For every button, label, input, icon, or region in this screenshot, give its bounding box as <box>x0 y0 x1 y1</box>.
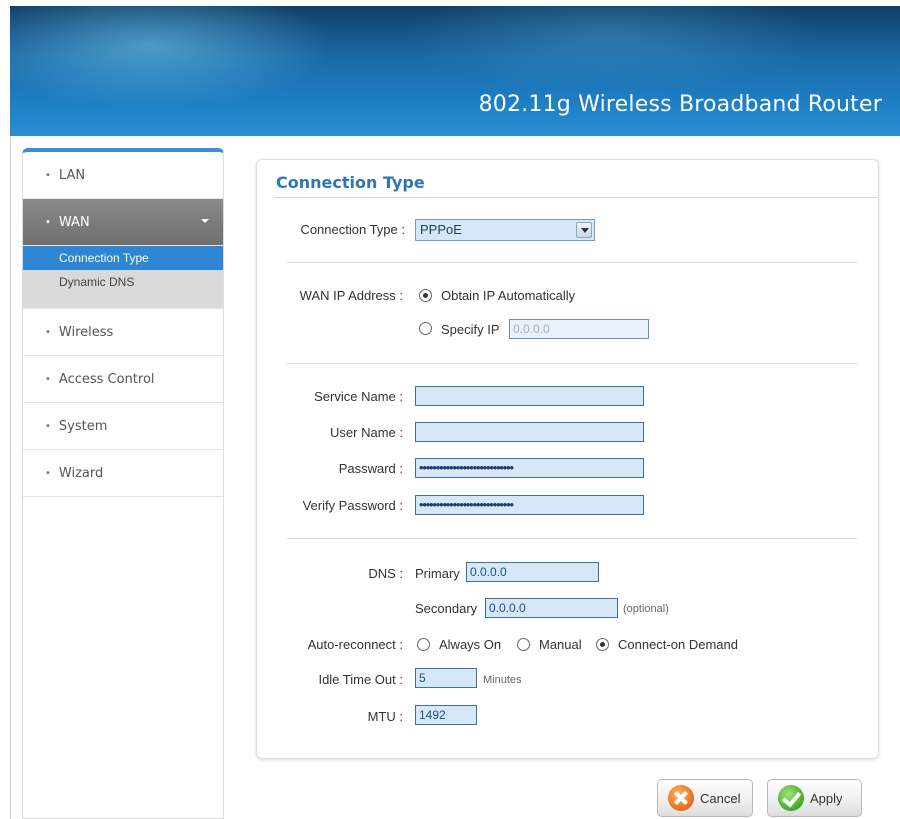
cancel-button-label: Cancel <box>700 790 741 806</box>
always-on-label: Always On <box>439 637 502 652</box>
sidebar-item-label: Wireless <box>58 324 114 340</box>
obtain-ip-radio[interactable] <box>419 289 432 302</box>
dns-optional-note: (optional) <box>623 603 669 615</box>
always-on-radio[interactable] <box>417 638 430 651</box>
checkmark-icon <box>778 785 804 811</box>
obtain-ip-label: Obtain IP Automatically <box>441 288 576 303</box>
connection-type-value: PPPoE <box>420 222 462 237</box>
apply-button-label: Apply <box>810 790 843 806</box>
sidebar-item-label: Wizard <box>58 465 104 481</box>
connect-on-demand-radio[interactable] <box>596 638 609 651</box>
panel-title: Connection Type <box>276 173 425 192</box>
subnav-connection-type[interactable]: Connection Type <box>23 246 223 270</box>
bullet-icon: • <box>45 216 51 228</box>
chevron-down-icon <box>576 222 592 238</box>
bullet-icon: • <box>45 326 51 338</box>
wan-ip-label: WAN IP Address : <box>299 288 403 303</box>
dns-label: DNS : <box>368 566 403 581</box>
left-divider <box>10 136 11 819</box>
mtu-input[interactable]: 1492 <box>415 705 477 725</box>
bullet-icon: • <box>45 467 51 479</box>
mtu-label: MTU : <box>367 709 403 724</box>
verify-password-label: Verify Password : <box>302 498 403 513</box>
dns-primary-input[interactable]: 0.0.0.0 <box>466 562 599 582</box>
section-divider <box>287 262 857 263</box>
sidebar-nav: • LAN • WAN Connection Type Dynamic DNS … <box>22 148 224 819</box>
connection-type-label: Connection Type : <box>300 222 405 237</box>
router-title: 802.11g Wireless Broadband Router <box>478 92 882 117</box>
cancel-button[interactable]: Cancel <box>657 779 753 817</box>
sidebar-item-lan[interactable]: • LAN <box>23 152 223 199</box>
sidebar-item-label: LAN <box>58 167 86 183</box>
connection-type-panel: Connection Type Connection Type : PPPoE … <box>256 159 879 759</box>
sidebar-item-label: WAN <box>58 214 90 230</box>
sidebar-item-system[interactable]: • System <box>23 403 223 450</box>
cancel-x-icon <box>668 785 694 811</box>
sidebar-item-wan[interactable]: • WAN <box>23 199 223 246</box>
password-label: Passward : <box>338 461 403 476</box>
connect-on-demand-label: Connect-on Demand <box>618 637 738 652</box>
manual-radio[interactable] <box>517 638 530 651</box>
dns-secondary-label: Secondary <box>415 601 478 616</box>
section-divider <box>287 363 857 364</box>
user-name-input[interactable] <box>415 422 644 442</box>
bullet-icon: • <box>45 373 51 385</box>
auto-reconnect-label: Auto-reconnect : <box>307 637 403 652</box>
bullet-icon: • <box>45 169 51 181</box>
apply-button[interactable]: Apply <box>767 779 862 817</box>
service-name-label: Service Name : <box>314 389 403 404</box>
sidebar-item-wireless[interactable]: • Wireless <box>23 309 223 356</box>
subnav-dynamic-dns[interactable]: Dynamic DNS <box>23 270 223 294</box>
specify-ip-input[interactable]: 0.0.0.0 <box>509 319 649 339</box>
sidebar-item-label: System <box>58 418 108 434</box>
user-name-label: User Name : <box>330 425 403 440</box>
wan-submenu: Connection Type Dynamic DNS <box>23 246 223 309</box>
bullet-icon: • <box>45 420 51 432</box>
chevron-down-icon <box>201 219 209 223</box>
sidebar-item-access-control[interactable]: • Access Control <box>23 356 223 403</box>
service-name-input[interactable] <box>415 386 644 406</box>
specify-ip-label: Specify IP <box>441 322 500 337</box>
specify-ip-radio[interactable] <box>419 322 432 335</box>
idle-timeout-unit: Minutes <box>483 674 522 686</box>
connection-type-select[interactable]: PPPoE <box>415 219 595 241</box>
section-divider <box>287 538 857 539</box>
idle-timeout-input[interactable]: 5 <box>415 668 477 688</box>
header-banner: 802.11g Wireless Broadband Router <box>10 6 900 136</box>
idle-timeout-label: Idle Time Out : <box>318 672 403 687</box>
title-divider <box>274 197 877 198</box>
manual-label: Manual <box>539 637 582 652</box>
sidebar-item-wizard[interactable]: • Wizard <box>23 450 223 497</box>
dns-primary-label: Primary <box>415 566 460 581</box>
verify-password-input[interactable]: •••••••••••••••••••••••••••• <box>415 495 644 515</box>
sidebar-item-label: Access Control <box>58 371 155 387</box>
dns-secondary-input[interactable]: 0.0.0.0 <box>485 598 618 618</box>
password-input[interactable]: •••••••••••••••••••••••••••• <box>415 458 644 478</box>
